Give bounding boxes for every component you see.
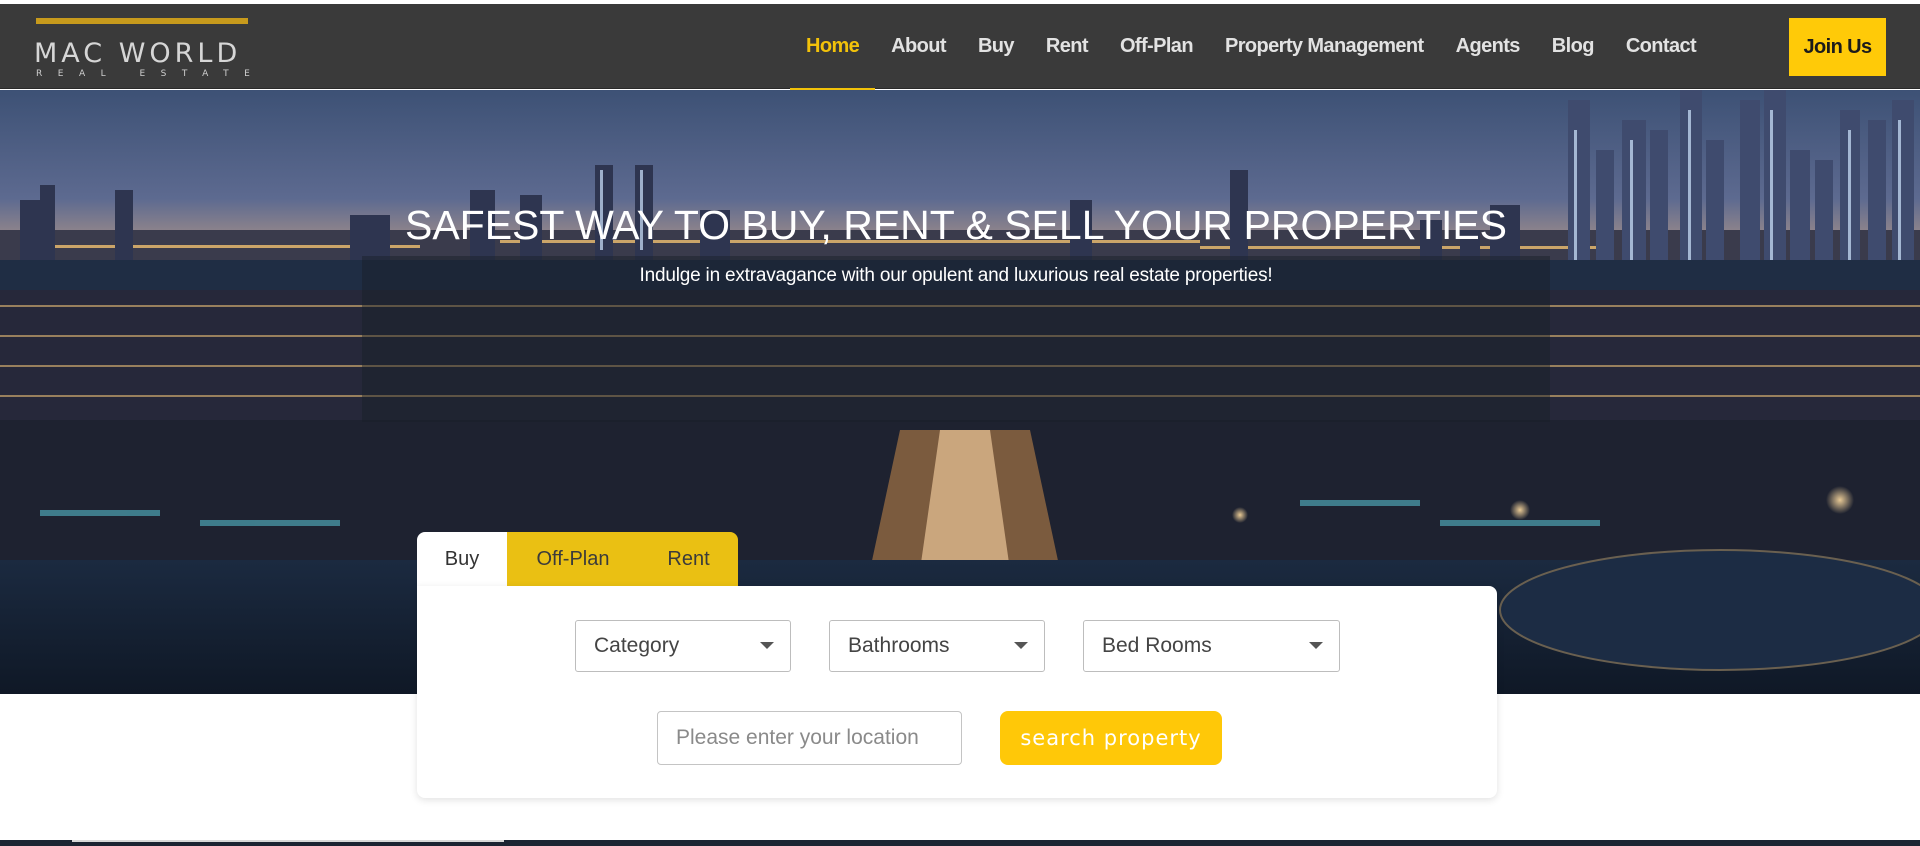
chevron-down-icon xyxy=(1014,642,1028,649)
category-select[interactable]: Category xyxy=(575,620,791,672)
nav-about[interactable]: About xyxy=(875,4,962,89)
search-property-button[interactable]: search property xyxy=(1000,711,1222,765)
category-select-value: Category xyxy=(594,634,680,657)
property-search-panel: Category Bathrooms Bed Rooms search prop… xyxy=(417,586,1497,798)
logo-accent-bar xyxy=(36,18,248,24)
site-header: MAC WORLD REAL ESTATE Home About Buy Ren… xyxy=(0,4,1920,91)
tab-rent[interactable]: Rent xyxy=(639,532,738,586)
logo-name: MAC WORLD xyxy=(34,38,242,69)
nav-property-management[interactable]: Property Management xyxy=(1209,4,1440,89)
bathrooms-select[interactable]: Bathrooms xyxy=(829,620,1045,672)
logo-tagline: REAL ESTATE xyxy=(36,69,266,79)
hero-title: SAFEST WAY TO BUY, RENT & SELL YOUR PROP… xyxy=(404,202,1508,248)
nav-buy[interactable]: Buy xyxy=(962,4,1030,89)
bottom-divider xyxy=(72,840,504,842)
join-us-button[interactable]: Join Us xyxy=(1789,18,1886,76)
nav-rent[interactable]: Rent xyxy=(1030,4,1104,89)
nav-contact[interactable]: Contact xyxy=(1610,4,1712,89)
bedrooms-select[interactable]: Bed Rooms xyxy=(1083,620,1340,672)
bedrooms-select-value: Bed Rooms xyxy=(1102,634,1212,657)
hero-subtitle: Indulge in extravagance with our opulent… xyxy=(639,265,1273,286)
tab-buy[interactable]: Buy xyxy=(417,532,507,586)
tab-off-plan[interactable]: Off-Plan xyxy=(507,532,639,586)
nav-blog[interactable]: Blog xyxy=(1536,4,1610,89)
main-nav: Home About Buy Rent Off-Plan Property Ma… xyxy=(790,4,1712,91)
nav-home[interactable]: Home xyxy=(790,4,876,91)
search-tabs: Buy Off-Plan Rent xyxy=(417,532,738,586)
location-input[interactable] xyxy=(657,711,962,765)
nav-off-plan[interactable]: Off-Plan xyxy=(1104,4,1209,89)
nav-agents[interactable]: Agents xyxy=(1440,4,1536,89)
bottom-strip xyxy=(0,840,1920,846)
brand-logo[interactable]: MAC WORLD REAL ESTATE xyxy=(34,18,254,79)
chevron-down-icon xyxy=(760,642,774,649)
chevron-down-icon xyxy=(1309,642,1323,649)
bathrooms-select-value: Bathrooms xyxy=(848,634,950,657)
